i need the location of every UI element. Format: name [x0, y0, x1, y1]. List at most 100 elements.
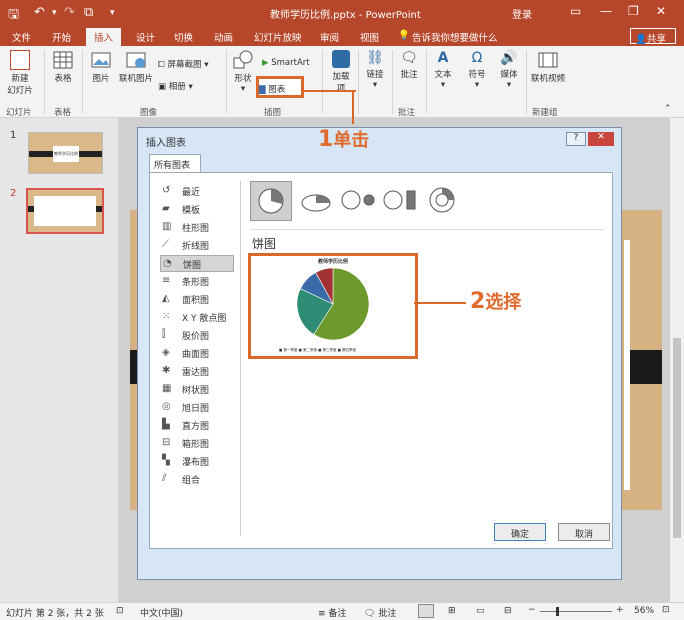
media-button[interactable]: 🔊 媒体 ▾	[496, 50, 522, 90]
chart-category-item[interactable]: ⁙ X Y 散点图	[160, 309, 234, 326]
tab-review[interactable]: 审阅	[320, 30, 339, 44]
tab-design[interactable]: 设计	[136, 30, 155, 44]
shapes-button[interactable]: 形状 ▾	[230, 50, 256, 94]
comment-button[interactable]: 🗨 批注	[396, 50, 422, 80]
scrollbar-thumb[interactable]	[673, 338, 681, 538]
tab-view[interactable]: 视图	[360, 30, 379, 44]
restore-button[interactable]: ❐	[628, 4, 639, 18]
chart-category-item[interactable]: ▙ 直方图	[160, 417, 234, 434]
undo-icon[interactable]: ↶	[34, 5, 45, 20]
vertical-scrollbar[interactable]	[670, 118, 684, 602]
histogram-icon: ▙	[162, 419, 170, 430]
chart-category-item[interactable]: ◈ 曲面图	[160, 345, 234, 362]
tab-home[interactable]: 开始	[52, 30, 71, 44]
chart-category-item[interactable]: ⊟ 箱形图	[160, 435, 234, 452]
present-icon[interactable]: ⧉	[84, 5, 93, 20]
slide-thumbnail-1[interactable]: 教师学历比例	[28, 132, 103, 174]
redo-icon[interactable]: ↷	[64, 5, 75, 20]
chart-category-label: 组合	[182, 476, 201, 486]
tell-me-search[interactable]: 告诉我你想要做什么	[412, 30, 498, 44]
bar-of-pie-subtype[interactable]	[380, 181, 422, 221]
tab-all-charts[interactable]: 所有图表	[149, 154, 201, 172]
chart-button[interactable]: ▇ 图表	[256, 76, 304, 98]
tab-slideshow[interactable]: 幻灯片放映	[254, 30, 302, 44]
online-video-button[interactable]: 联机视频	[530, 50, 566, 84]
chart-category-label: 柱形图	[182, 224, 210, 234]
tab-file[interactable]: 文件	[12, 30, 31, 44]
new-slide-button[interactable]: 新建 幻灯片	[4, 50, 36, 96]
chart-preview[interactable]: 教师学历比例 ■ 第一季度 ■ 第二季度 ■ 第三季度 ■ 第四季度	[248, 253, 418, 359]
chart-category-item[interactable]: ◔ 饼图	[160, 255, 234, 272]
smartart-button[interactable]: ▶ SmartArt	[262, 58, 318, 68]
notes-button[interactable]: ≡ 备注	[318, 606, 346, 619]
chart-category-label: 折线图	[182, 242, 210, 252]
text-button[interactable]: A 文本 ▾	[430, 50, 456, 90]
save-icon[interactable]: 🖫	[8, 5, 19, 27]
zoom-level[interactable]: 56%	[634, 606, 654, 616]
screenshot-button[interactable]: ⧠ 屏幕截图 ▾	[158, 58, 220, 70]
chart-category-item[interactable]: ◎ 旭日图	[160, 399, 234, 416]
step-number: 1	[318, 127, 334, 152]
tab-insert[interactable]: 插入	[86, 28, 122, 46]
chart-category-item[interactable]: ↺ 最近	[160, 183, 234, 200]
table-button[interactable]: 表格	[50, 50, 76, 84]
chart-category-item[interactable]: ⫿ 股价图	[160, 327, 234, 344]
ribbon-display-icon[interactable]: ▭	[570, 4, 581, 18]
chevron-down-icon: ▾	[474, 80, 480, 90]
collapse-ribbon-icon[interactable]: ⌃	[664, 104, 672, 114]
spellcheck-icon[interactable]: ⊡	[116, 606, 124, 616]
album-button[interactable]: ▣ 相册 ▾	[158, 80, 220, 92]
minimize-button[interactable]: —	[600, 4, 612, 18]
group-label-slides: 幻灯片	[6, 108, 32, 118]
online-picture-button[interactable]: 联机图片	[118, 50, 154, 84]
chart-category-item[interactable]: ⟋ 折线图	[160, 237, 234, 254]
links-button[interactable]: ⛓ 链接 ▾	[362, 50, 388, 90]
undo-dropdown-icon[interactable]: ▾	[52, 8, 57, 18]
chart-category-item[interactable]: ▦ 树状图	[160, 381, 234, 398]
chart-category-label: X Y 散点图	[182, 314, 227, 324]
tab-animations[interactable]: 动画	[214, 30, 233, 44]
slideshow-icon[interactable]: ⊟	[504, 606, 512, 616]
close-button[interactable]: ✕	[656, 4, 666, 18]
album-icon: ▣	[158, 82, 167, 92]
slide-sorter-icon[interactable]: ⊞	[448, 606, 456, 616]
customize-toolbar-icon[interactable]: ▾	[110, 8, 115, 18]
bar-of-pie-icon	[383, 190, 416, 210]
doughnut-subtype[interactable]	[422, 181, 464, 221]
chart-category-item[interactable]: ✱ 雷达图	[160, 363, 234, 380]
help-button[interactable]: ?	[566, 132, 586, 146]
chart-category-item[interactable]: ▥ 柱形图	[160, 219, 234, 236]
share-button[interactable]: 👤共享	[630, 28, 676, 45]
chart-category-item[interactable]: ⫽ 组合	[160, 471, 234, 488]
normal-view-icon[interactable]	[418, 604, 434, 618]
comments-button[interactable]: 🗨 批注	[364, 606, 396, 619]
cancel-button[interactable]: 取消	[558, 523, 610, 541]
zoom-in-button[interactable]: +	[616, 605, 624, 615]
pie-subtype-selected[interactable]	[250, 181, 292, 221]
chart-category-item[interactable]: ▚ 瀑布图	[160, 453, 234, 470]
reading-view-icon[interactable]: ▭	[476, 606, 485, 616]
addins-button[interactable]: 加载 项	[328, 50, 354, 94]
ok-button[interactable]: 确定	[494, 523, 546, 541]
3d-pie-subtype[interactable]	[296, 181, 338, 221]
dialog-close-button[interactable]: ✕	[588, 132, 614, 146]
zoom-slider[interactable]	[540, 611, 612, 612]
zoom-slider-thumb[interactable]	[556, 607, 559, 616]
login-link[interactable]: 登录	[512, 6, 532, 21]
screenshot-icon: ⧠	[158, 60, 165, 70]
picture-button[interactable]: 图片	[88, 50, 114, 84]
chart-category-item[interactable]: ◭ 面积图	[160, 291, 234, 308]
tab-transitions[interactable]: 切换	[174, 30, 193, 44]
comment-icon: 🗨	[400, 50, 418, 66]
step-text: 选择	[485, 292, 522, 313]
language-indicator[interactable]: 中文(中国)	[140, 606, 183, 619]
fit-slide-icon[interactable]: ⊡	[662, 605, 670, 615]
zoom-out-button[interactable]: −	[528, 605, 536, 615]
chart-category-item[interactable]: ≡ 条形图	[160, 273, 234, 290]
table-icon	[53, 51, 73, 69]
slide-thumbnail-2[interactable]	[26, 188, 104, 234]
chart-category-item[interactable]: ▰ 模板	[160, 201, 234, 218]
person-icon: 👤	[635, 34, 647, 45]
pie-of-pie-subtype[interactable]	[338, 181, 380, 221]
symbols-button[interactable]: Ω 符号 ▾	[464, 50, 490, 90]
